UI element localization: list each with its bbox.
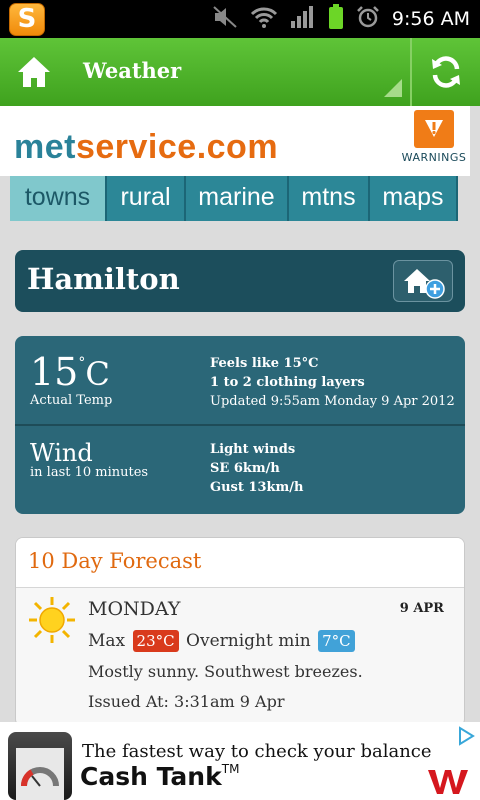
wind-label: in last 10 minutes [30,465,149,480]
alarm-icon [356,5,380,33]
forecast-date: 9 APR [399,601,444,616]
tab-rural[interactable]: rural [107,176,186,221]
metservice-banner: metservice.com WARNINGS [0,106,470,176]
max-label: Max [88,631,126,651]
logo-part-service: service.com [75,128,279,166]
current-conditions: 15°C Actual Temp Feels like 15°C 1 to 2 … [15,336,465,514]
signal-icon [290,5,316,33]
clock: 9:56 AM [391,8,470,30]
wifi-icon [250,5,278,33]
menu-indicator[interactable] [384,79,402,97]
action-bar: Weather [0,38,480,106]
min-label: Overnight min [186,631,311,651]
divider [15,424,465,426]
ten-day-forecast: 10 Day Forecast MONDAY 9 APR Max 23°C Ov… [15,537,465,727]
trademark: TM [221,762,240,776]
temp-details: Feels like 15°C 1 to 2 clothing layers U… [210,354,455,411]
ad-product-name: Cash Tank [80,762,222,791]
phone-image [8,732,72,800]
status-bar: S 9:56 AM [0,0,480,38]
status-icons [212,4,380,34]
actual-temp-label: Actual Temp [30,393,113,408]
location-name: Hamilton [27,262,180,296]
forecast-temps: Max 23°C Overnight min 7°C [88,630,357,652]
min-temp-badge: 7°C [318,630,355,652]
tab-marine[interactable]: marine [186,176,289,221]
adchoices-icon[interactable] [456,726,476,746]
clothing-layers: 1 to 2 clothing layers [210,375,365,390]
mute-icon [212,5,238,33]
wind-gust: Gust 13km/h [210,480,304,495]
warnings-label: WARNINGS [401,151,467,164]
forecast-description: Mostly sunny. Southwest breezes. [88,662,363,681]
tab-maps[interactable]: maps [370,176,458,221]
app-notification-icon: S [9,3,45,36]
actual-temp: 15°C [30,350,110,394]
forecast-title: 10 Day Forecast [28,549,202,573]
tab-towns[interactable]: towns [10,176,107,221]
wind-title: Wind [30,439,93,467]
warning-icon [414,110,454,148]
add-location-icon [404,269,445,299]
wind-details: Light winds SE 6km/h Gust 13km/h [210,440,303,497]
feels-like: Feels like 15°C [210,356,319,371]
tab-mtns[interactable]: mtns [289,176,370,221]
wind-direction-speed: SE 6km/h [210,461,280,476]
location-header: Hamilton [15,250,465,312]
temp-unit: C [85,355,110,393]
max-temp-badge: 23°C [132,630,179,652]
warnings-button[interactable]: WARNINGS [400,108,468,172]
westpac-logo-icon [426,766,470,796]
page-title: Weather [83,58,182,83]
forecast-day: MONDAY [88,598,181,620]
forecast-header: 10 Day Forecast [16,538,464,588]
logo-part-met: met [14,128,76,166]
home-icon[interactable] [14,52,54,92]
ad-product: Cash TankTM [80,762,239,791]
wind-description: Light winds [210,442,296,457]
add-favourite-button[interactable] [393,260,453,302]
updated-time: Updated 9:55am Monday 9 Apr 2012 [210,394,455,409]
metservice-logo[interactable]: metservice.com [14,128,278,167]
battery-icon [328,4,344,34]
temp-value: 15 [30,350,79,394]
ad-banner[interactable]: The fastest way to check your balance Ca… [0,722,480,800]
ad-headline: The fastest way to check your balance [82,741,432,762]
forecast-issued: Issued At: 3:31am 9 Apr [88,692,285,711]
sun-icon [28,596,76,644]
refresh-icon[interactable] [428,54,464,90]
divider [410,38,412,106]
category-tabs: towns rural marine mtns maps [10,176,458,221]
